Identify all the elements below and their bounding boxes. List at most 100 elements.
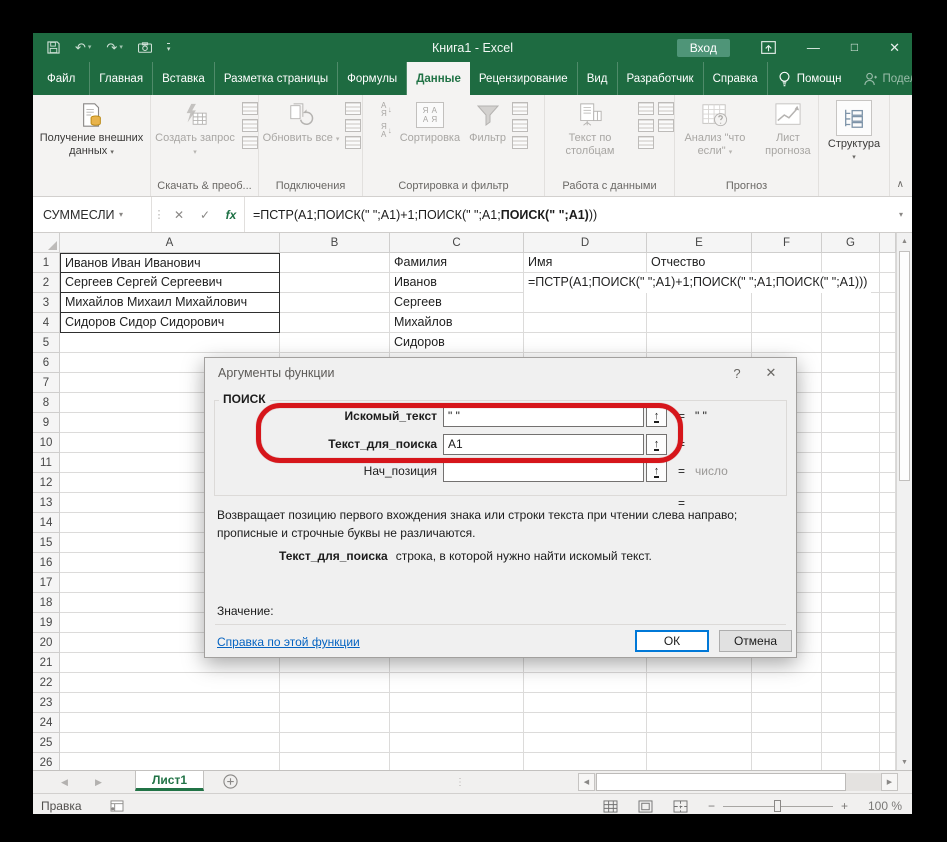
cell-D2[interactable]: =ПСТР(A1;ПОИСК(" ";A1)+1;ПОИСК(" ";A1;ПО…: [524, 273, 872, 293]
row-header-15[interactable]: 15: [33, 533, 60, 553]
select-all-corner[interactable]: [33, 233, 60, 253]
cell-D25[interactable]: [524, 733, 647, 753]
row-header-7[interactable]: 7: [33, 373, 60, 393]
cell-G18[interactable]: [822, 593, 880, 613]
cell-B3[interactable]: [280, 293, 390, 313]
cell-G19[interactable]: [822, 613, 880, 633]
formula-input[interactable]: =ПСТР(A1;ПОИСК(" ";A1)+1;ПОИСК(" ";A1; ПО…: [244, 197, 890, 232]
row-header-13[interactable]: 13: [33, 493, 60, 513]
cell-G14[interactable]: [822, 513, 880, 533]
cell-E23[interactable]: [647, 693, 752, 713]
redo-icon[interactable]: ↷ ▾: [106, 41, 122, 54]
zoom-out-icon[interactable]: −: [708, 799, 715, 813]
scroll-right-icon[interactable]: ▶: [881, 773, 898, 791]
cell-A2[interactable]: Сергеев Сергей Сергеевич: [60, 273, 280, 293]
cancel-entry-button[interactable]: ✕: [166, 197, 192, 232]
cell-partial-6[interactable]: [880, 353, 896, 373]
horizontal-scrollbar-thumb[interactable]: [596, 773, 846, 791]
cell-G15[interactable]: [822, 533, 880, 553]
row-header-20[interactable]: 20: [33, 633, 60, 653]
row-header-18[interactable]: 18: [33, 593, 60, 613]
cell-G6[interactable]: [822, 353, 880, 373]
tab-view[interactable]: Вид: [578, 62, 618, 95]
cell-partial-17[interactable]: [880, 573, 896, 593]
cell-partial-22[interactable]: [880, 673, 896, 693]
cell-B1[interactable]: [280, 253, 390, 273]
column-header-E[interactable]: E: [647, 233, 752, 253]
cell-G10[interactable]: [822, 433, 880, 453]
tab-developer[interactable]: Разработчик: [618, 62, 704, 95]
row-header-3[interactable]: 3: [33, 293, 60, 313]
cell-E3[interactable]: [647, 293, 752, 313]
cell-partial-5[interactable]: [880, 333, 896, 353]
outline-button[interactable]: Структура ▾: [825, 98, 883, 166]
cell-A4[interactable]: Сидоров Сидор Сидорович: [60, 313, 280, 333]
dialog-title-bar[interactable]: Аргументы функции ? ✕: [205, 358, 796, 388]
cell-partial-26[interactable]: [880, 753, 896, 770]
cell-partial-19[interactable]: [880, 613, 896, 633]
cell-G17[interactable]: [822, 573, 880, 593]
enter-entry-button[interactable]: ✓: [192, 197, 218, 232]
cell-partial-20[interactable]: [880, 633, 896, 653]
cell-partial-10[interactable]: [880, 433, 896, 453]
column-header-F[interactable]: F: [752, 233, 822, 253]
cell-G16[interactable]: [822, 553, 880, 573]
row-header-21[interactable]: 21: [33, 653, 60, 673]
cell-G3[interactable]: [822, 293, 880, 313]
cell-partial-21[interactable]: [880, 653, 896, 673]
row-header-9[interactable]: 9: [33, 413, 60, 433]
get-external-data-button[interactable]: Получение внешних данных ▾: [33, 98, 150, 161]
zoom-in-icon[interactable]: +: [841, 799, 848, 813]
cell-C3[interactable]: Сергеев: [390, 293, 524, 313]
close-button[interactable]: ✕: [889, 41, 900, 54]
scroll-left-icon[interactable]: ◀: [578, 773, 595, 791]
cell-D24[interactable]: [524, 713, 647, 733]
cell-G9[interactable]: [822, 413, 880, 433]
ok-button[interactable]: ОК: [635, 630, 709, 652]
maximize-button[interactable]: □: [851, 41, 858, 54]
cell-E22[interactable]: [647, 673, 752, 693]
column-header-D[interactable]: D: [524, 233, 647, 253]
cell-D5[interactable]: [524, 333, 647, 353]
prev-sheet-icon[interactable]: ◀: [61, 771, 68, 793]
cell-partial-23[interactable]: [880, 693, 896, 713]
row-header-14[interactable]: 14: [33, 513, 60, 533]
cell-C2[interactable]: Иванов: [390, 273, 524, 293]
zoom-slider[interactable]: − +: [708, 799, 848, 813]
cell-G25[interactable]: [822, 733, 880, 753]
cell-A5[interactable]: [60, 333, 280, 353]
customize-qat-icon[interactable]: ▾: [166, 42, 171, 53]
zoom-slider-thumb[interactable]: [773, 800, 781, 812]
insert-function-button[interactable]: fx: [218, 197, 244, 232]
arg-input-Текст_для_поиска[interactable]: A1: [443, 434, 644, 455]
save-icon[interactable]: [47, 41, 60, 54]
cell-E4[interactable]: [647, 313, 752, 333]
cell-F26[interactable]: [752, 753, 822, 770]
cell-A22[interactable]: [60, 673, 280, 693]
cell-C5[interactable]: Сидоров: [390, 333, 524, 353]
cell-D22[interactable]: [524, 673, 647, 693]
tab-file[interactable]: Файл: [33, 62, 91, 95]
cell-partial-24[interactable]: [880, 713, 896, 733]
undo-icon[interactable]: ↶ ▾: [75, 41, 91, 54]
minimize-button[interactable]: —: [807, 41, 820, 54]
cell-partial-12[interactable]: [880, 473, 896, 493]
row-header-23[interactable]: 23: [33, 693, 60, 713]
cell-D26[interactable]: [524, 753, 647, 770]
cell-E5[interactable]: [647, 333, 752, 353]
dialog-help-icon[interactable]: ?: [720, 360, 754, 386]
row-header-6[interactable]: 6: [33, 353, 60, 373]
vertical-scrollbar-thumb[interactable]: [899, 251, 910, 481]
cell-B22[interactable]: [280, 673, 390, 693]
vertical-scrollbar[interactable]: ▲ ▼: [896, 233, 912, 770]
cell-B24[interactable]: [280, 713, 390, 733]
cell-partial-14[interactable]: [880, 513, 896, 533]
cell-partial-15[interactable]: [880, 533, 896, 553]
cell-F24[interactable]: [752, 713, 822, 733]
cell-partial-16[interactable]: [880, 553, 896, 573]
cell-partial-8[interactable]: [880, 393, 896, 413]
row-header-5[interactable]: 5: [33, 333, 60, 353]
scroll-down-icon[interactable]: ▼: [897, 754, 912, 770]
cell-B5[interactable]: [280, 333, 390, 353]
cell-F3[interactable]: [752, 293, 822, 313]
